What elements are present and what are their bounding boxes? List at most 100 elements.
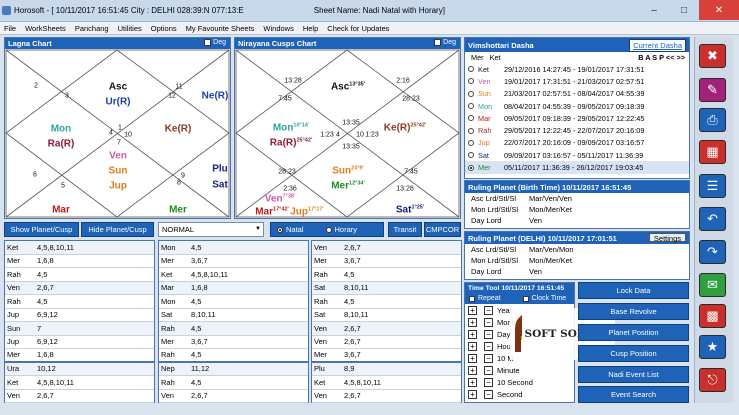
cusp-degree: 7:45 — [404, 168, 418, 176]
plus-icon[interactable]: + — [468, 341, 477, 351]
dasha-row[interactable]: Ven 19/01/2017 17:31:51 - 21/03/2017 02:5… — [465, 75, 689, 87]
time-tool-title: Time Tool 10/11/2017 16:51:45 — [468, 284, 565, 292]
cusp-degree: 28:23 — [402, 95, 420, 103]
repeat-checkbox[interactable] — [469, 295, 475, 302]
minus-icon[interactable]: − — [484, 353, 493, 363]
info-value: Mar/Ven/Ven — [529, 194, 572, 203]
menu-help[interactable]: Help — [303, 24, 318, 33]
plus-icon[interactable]: + — [468, 329, 477, 339]
horary-radio[interactable] — [325, 226, 332, 233]
menu-check-updates[interactable]: Check for Updates — [327, 24, 389, 33]
cmpcor-button[interactable]: CMPCOR — [424, 222, 461, 237]
base-revolve-button[interactable]: Base Revolve — [578, 303, 689, 320]
clock-time-checkbox[interactable] — [522, 295, 529, 302]
minus-icon[interactable]: − — [484, 317, 493, 327]
dasha-radio[interactable] — [468, 90, 474, 97]
chat-icon[interactable]: ✉ — [699, 273, 726, 297]
houses-cell: 4,5,8,10,11 — [191, 269, 228, 279]
minus-icon[interactable]: − — [484, 329, 493, 339]
dasha-row[interactable]: Ket 29/12/2016 14:27:45 - 19/01/2017 17:3… — [465, 63, 689, 75]
minimize-icon[interactable]: – — [639, 0, 669, 20]
houses-cell: 4,5 — [344, 269, 355, 279]
minus-icon[interactable]: − — [484, 389, 493, 399]
menu-panchang[interactable]: Panchang — [75, 24, 109, 33]
menu-utilities[interactable]: Utilities — [118, 24, 142, 33]
info-key: Day Lord — [471, 267, 502, 276]
nadi-event-list-button[interactable]: Nadi Event List — [578, 366, 689, 383]
tools-icon[interactable]: ✖ — [699, 44, 726, 68]
planet-rahu: Ra(R) — [47, 138, 75, 150]
dasha-radio[interactable] — [468, 139, 474, 146]
print-icon[interactable]: ⎙ — [699, 108, 726, 132]
plus-icon[interactable]: + — [468, 365, 477, 375]
info-value: Mar/Ven/Mon — [529, 245, 574, 254]
planet-asc: Asc13°35' — [331, 81, 365, 92]
menu-windows[interactable]: Windows — [263, 24, 293, 33]
settings-button[interactable]: Settings — [648, 233, 686, 243]
minus-icon[interactable]: − — [484, 305, 493, 315]
dasha-radio[interactable] — [468, 66, 474, 73]
menu-options[interactable]: Options — [151, 24, 177, 33]
table-row: Ket 4,5,8,10,11 — [5, 241, 154, 255]
houses-cell: 4,5,8,10,11 — [344, 377, 381, 387]
transit-button[interactable]: Transit — [388, 222, 422, 237]
dasha-row[interactable]: Sun 21/03/2017 02:57:51 - 08/04/2017 04:5… — [465, 88, 689, 100]
dasha-radio[interactable] — [468, 164, 474, 171]
network-icon[interactable]: ★ — [699, 335, 726, 359]
exit-icon[interactable]: ⎋ — [699, 368, 726, 392]
dasha-radio[interactable] — [468, 152, 474, 159]
significator-table-1: Ket 4,5,8,10,11 Mer 1,6,8 Rah 4,5 Ven 2,6,7 Rah 4… — [4, 240, 155, 403]
show-planet-cusp-button[interactable]: Show Planet/Cusp — [4, 222, 79, 237]
dasha-row[interactable]: Rah 29/05/2017 12:22:45 - 22/07/2017 20:1… — [465, 124, 689, 136]
planet-name: Ke(R) — [383, 122, 411, 134]
plus-icon[interactable]: + — [468, 353, 477, 363]
lagna-deg-checkbox[interactable]: Deg — [204, 39, 226, 46]
table-row: Sun 7 — [5, 322, 154, 336]
dasha-row[interactable]: Mer 05/11/2017 11:36:39 - 26/12/2017 19:0… — [465, 161, 689, 174]
minus-icon[interactable]: − — [484, 365, 493, 375]
minus-icon[interactable]: − — [484, 377, 493, 387]
info-value: Ven — [529, 216, 542, 225]
dasha-row[interactable]: Mon 08/04/2017 04:55:39 - 09/05/2017 09:1… — [465, 100, 689, 112]
cusp-position-button[interactable]: Cusp Position — [578, 345, 689, 362]
list-icon[interactable]: ☰ — [699, 174, 726, 198]
close-icon[interactable]: ✕ — [699, 0, 739, 20]
dasha-radio[interactable] — [468, 78, 474, 85]
menu-favourite-sheets[interactable]: My Favourite Sheets — [186, 24, 255, 33]
dasha-radio[interactable] — [468, 127, 474, 134]
forward-arrow-icon[interactable]: ↷ — [699, 240, 726, 264]
dasha-row[interactable]: Jup 22/07/2017 20:16:09 - 09/09/2017 03:1… — [465, 137, 689, 149]
chart-type-select[interactable]: NORMAL ▼ — [158, 222, 264, 237]
dasha-radio[interactable] — [468, 115, 474, 122]
maximize-icon[interactable]: □ — [669, 0, 699, 20]
planet-position-button[interactable]: Planet Position — [578, 324, 689, 341]
lock-data-button[interactable]: Lock Data — [578, 282, 689, 299]
planet-mercury: Mer — [169, 204, 187, 216]
menu-worksheets[interactable]: WorkSheets — [25, 24, 66, 33]
nirayana-deg-checkbox[interactable]: Deg — [434, 39, 456, 46]
current-dasha-button[interactable]: Current Dasha — [629, 39, 686, 52]
calculator-icon[interactable]: ▩ — [699, 304, 726, 328]
table-row: Mer 3,6,7 — [312, 255, 461, 268]
planet-cell: Ket — [314, 377, 326, 387]
dasha-row[interactable]: Sat 09/09/2017 03:16:57 - 05/11/2017 11:3… — [465, 149, 689, 161]
plus-icon[interactable]: + — [468, 317, 477, 327]
edit-icon[interactable]: ✎ — [699, 78, 726, 102]
hide-planet-cusp-button[interactable]: Hide Planet/Cusp — [81, 222, 154, 237]
event-search-button[interactable]: Event Search — [578, 386, 689, 403]
minus-icon[interactable]: − — [484, 341, 493, 351]
calendar-icon[interactable]: ▦ — [699, 140, 726, 164]
menu-bar: File WorkSheets Panchang Utilities Optio… — [0, 22, 739, 35]
dasha-row[interactable]: Mar 09/05/2017 09:18:39 - 29/05/2017 12:2… — [465, 112, 689, 124]
natal-radio[interactable] — [277, 226, 283, 233]
table-row: Mon 4,5 — [159, 241, 308, 255]
houses-cell: 1,6,8 — [37, 256, 54, 266]
plus-icon[interactable]: + — [468, 305, 477, 315]
menu-file[interactable]: File — [4, 24, 16, 33]
plus-icon[interactable]: + — [468, 389, 477, 399]
dasha-radio[interactable] — [468, 103, 474, 110]
dasha-nav-controls[interactable]: B A S P << >> — [638, 53, 685, 62]
houses-cell: 8,9 — [344, 364, 355, 374]
plus-icon[interactable]: + — [468, 377, 477, 387]
back-arrow-icon[interactable]: ↶ — [699, 207, 726, 231]
